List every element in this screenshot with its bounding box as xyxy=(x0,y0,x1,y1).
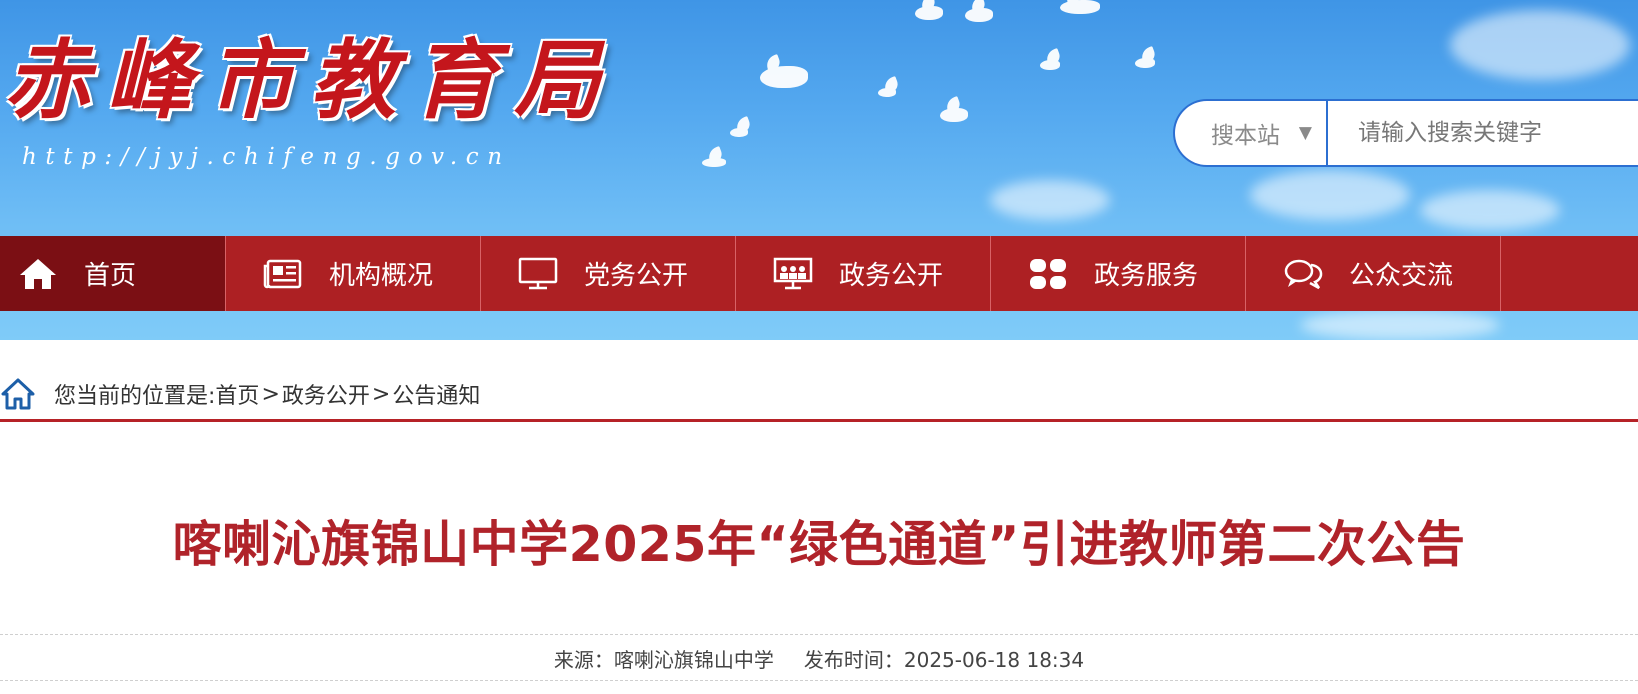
breadcrumb-item-government-affairs[interactable]: 政务公开 xyxy=(282,378,370,410)
search-bar: 搜本站 ▼ xyxy=(1173,99,1638,167)
dove-image xyxy=(702,158,726,167)
cloud xyxy=(990,180,1110,220)
main-nav: 首页 机构概况 党务公开 政务公开 政务服务 公众交流 xyxy=(0,236,1638,311)
nav-item-label: 党务公开 xyxy=(584,261,689,291)
date-value: 2025-06-18 18:34 xyxy=(903,648,1085,672)
nav-item-label: 政务服务 xyxy=(1094,261,1199,291)
site-logo-title[interactable]: 赤峰市教育局 xyxy=(4,38,616,124)
breadcrumb-item-notices[interactable]: 公告通知 xyxy=(392,378,480,410)
monitor-icon xyxy=(518,256,558,292)
dove-image xyxy=(965,8,993,22)
breadcrumb-separator: > xyxy=(261,381,280,407)
chevron-down-icon: ▼ xyxy=(1298,123,1312,143)
nav-item-party-affairs[interactable]: 党务公开 xyxy=(481,236,736,311)
date-label: 发布时间： xyxy=(803,648,904,672)
search-scope-label: 搜本站 xyxy=(1211,123,1280,149)
dove-image xyxy=(760,66,808,88)
cloud xyxy=(1300,310,1500,340)
nav-item-label: 机构概况 xyxy=(329,261,434,291)
dove-image xyxy=(730,128,748,137)
dove-image xyxy=(915,6,943,20)
grid-icon xyxy=(1028,256,1068,292)
source-label: 来源： xyxy=(553,648,614,672)
nav-item-government-services[interactable]: 政务服务 xyxy=(991,236,1246,311)
dove-image xyxy=(940,108,968,122)
article-title: 喀喇沁旗锦山中学2025年“绿色通道”引进教师第二次公告 xyxy=(172,516,1466,573)
dove-image xyxy=(1135,58,1155,68)
nav-item-label: 政务公开 xyxy=(839,261,944,291)
cloud xyxy=(1450,10,1630,80)
site-url: http://jyj.chifeng.gov.cn xyxy=(22,144,511,170)
presentation-icon xyxy=(773,256,813,292)
source-value: 喀喇沁旗锦山中学 xyxy=(613,648,774,672)
meta-divider-bottom xyxy=(0,680,1638,681)
search-scope-select[interactable]: 搜本站 ▼ xyxy=(1175,101,1328,165)
nav-item-organization[interactable]: 机构概况 xyxy=(226,236,481,311)
nav-item-label: 公众交流 xyxy=(1349,261,1454,291)
dove-image xyxy=(1060,0,1100,14)
dove-image xyxy=(1040,60,1060,70)
cloud xyxy=(1250,170,1410,220)
nav-item-label: 首页 xyxy=(84,261,137,291)
newspaper-icon xyxy=(263,256,303,292)
cloud xyxy=(1420,190,1560,230)
breadcrumb-separator: > xyxy=(371,381,391,407)
home-outline-icon xyxy=(0,376,36,412)
search-input[interactable] xyxy=(1328,100,1638,166)
article-meta: 来源：喀喇沁旗锦山中学 发布时间：2025-06-18 18:34 xyxy=(0,644,1638,673)
breadcrumb: 您当前的位置是: 首页 > 政务公开 > 公告通知 xyxy=(0,370,1638,418)
nav-item-public-exchange[interactable]: 公众交流 xyxy=(1246,236,1501,311)
breadcrumb-prefix: 您当前的位置是: xyxy=(54,384,216,409)
page: 赤峰市教育局 http://jyj.chifeng.gov.cn 搜本站 ▼ 首… xyxy=(0,0,1638,694)
nav-item-government-affairs[interactable]: 政务公开 xyxy=(736,236,991,311)
chat-icon xyxy=(1283,256,1323,292)
home-icon xyxy=(18,256,58,292)
dove-image xyxy=(878,88,896,97)
meta-divider-top xyxy=(0,634,1638,635)
breadcrumb-divider xyxy=(0,419,1638,422)
breadcrumb-item-home[interactable]: 首页 xyxy=(215,378,259,410)
nav-item-home[interactable]: 首页 xyxy=(0,236,226,311)
